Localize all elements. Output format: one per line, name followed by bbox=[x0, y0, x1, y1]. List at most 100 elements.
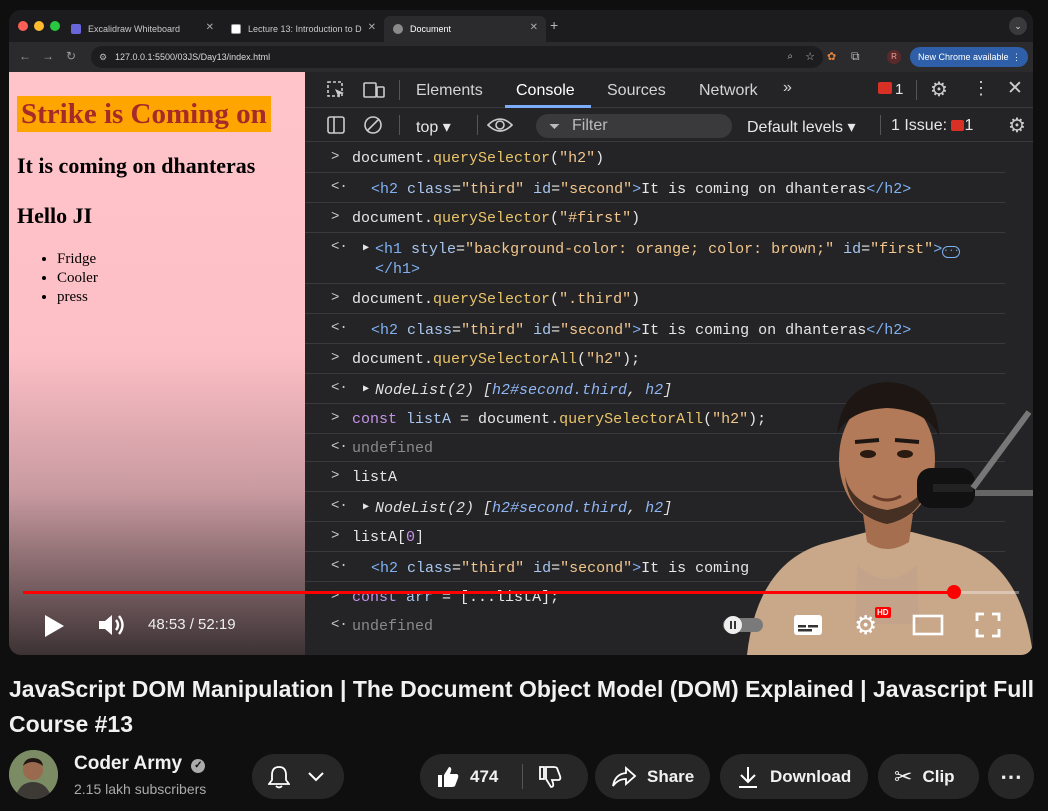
tab-title: Excalidraw Whiteboard bbox=[88, 24, 181, 34]
expand-triangle-icon[interactable]: ▶ bbox=[363, 501, 369, 513]
console-code[interactable]: <h2 class="third" id="second">It is comi… bbox=[371, 322, 911, 339]
close-tab-icon[interactable]: ✕ bbox=[368, 22, 376, 33]
reload-icon[interactable]: ↻ bbox=[66, 49, 76, 63]
console-result-row: <· ▶ <h1 style="background-color: orange… bbox=[305, 233, 1005, 284]
browser-tab-lecture[interactable]: Lecture 13: Introduction to D ✕ bbox=[222, 16, 384, 42]
close-devtools-icon[interactable]: ✕ bbox=[1007, 77, 1023, 100]
clip-label: Clip bbox=[922, 766, 955, 786]
ellipsis-icon[interactable]: ··· bbox=[942, 246, 961, 258]
default-levels-dropdown[interactable]: Default levels ▾ bbox=[747, 117, 856, 137]
clip-button[interactable]: ✂ Clip bbox=[878, 754, 979, 799]
profile-avatar[interactable]: R bbox=[887, 50, 901, 64]
context-selector[interactable]: top ▾ bbox=[416, 117, 451, 137]
input-chevron-icon: > bbox=[331, 290, 340, 306]
rendered-webpage: Strike is Coming on It is coming on dhan… bbox=[9, 72, 305, 655]
new-chrome-available-button[interactable]: New Chrome available ⋮ bbox=[910, 47, 1028, 67]
tab-sources[interactable]: Sources bbox=[607, 82, 666, 100]
maximize-window-icon[interactable] bbox=[50, 21, 60, 31]
more-actions-button[interactable]: ⋯ bbox=[988, 754, 1034, 799]
site-info-icon[interactable]: ⚙ bbox=[99, 46, 107, 68]
bookmark-star-icon[interactable]: ☆ bbox=[805, 46, 815, 68]
close-tab-icon[interactable]: ✕ bbox=[530, 22, 538, 33]
output-chevron-icon: <· bbox=[331, 617, 348, 633]
minimize-window-icon[interactable] bbox=[34, 21, 44, 31]
output-chevron-icon: <· bbox=[331, 439, 348, 455]
console-code[interactable]: NodeList(2) [h2#second.third, h2] bbox=[375, 382, 672, 399]
tab-title: Lecture 13: Introduction to D bbox=[248, 24, 362, 34]
browser-tab-excalidraw[interactable]: Excalidraw Whiteboard ✕ bbox=[62, 16, 222, 42]
like-dislike-group: 474 bbox=[420, 754, 588, 799]
share-button[interactable]: Share bbox=[595, 754, 710, 799]
volume-icon[interactable] bbox=[97, 613, 125, 637]
video-title: JavaScript DOM Manipulation | The Docume… bbox=[9, 676, 1035, 737]
kebab-menu-icon[interactable]: ⋮ bbox=[1012, 47, 1021, 67]
tab-console[interactable]: Console bbox=[516, 82, 575, 100]
theater-mode-icon[interactable] bbox=[912, 614, 944, 636]
channel-avatar[interactable] bbox=[9, 750, 58, 799]
sidebar-toggle-icon[interactable] bbox=[326, 115, 346, 135]
console-filter-input[interactable]: ⏷ Filter bbox=[536, 114, 732, 138]
settings-gear-icon[interactable]: ⚙ bbox=[854, 610, 877, 641]
share-label: Share bbox=[647, 766, 695, 786]
progress-scrubber-handle[interactable] bbox=[946, 585, 961, 599]
inspect-element-icon[interactable] bbox=[326, 80, 346, 100]
input-chevron-icon: > bbox=[331, 149, 340, 165]
forward-arrow-icon[interactable]: → bbox=[42, 49, 54, 63]
url-text: 127.0.0.1:5500/03JS/Day13/index.html bbox=[115, 52, 271, 62]
tab-search-chevron-icon[interactable]: ⌄ bbox=[1009, 17, 1027, 35]
console-settings-gear-icon[interactable]: ⚙ bbox=[1008, 113, 1026, 138]
settings-gear-icon[interactable]: ⚙ bbox=[930, 77, 948, 102]
zoom-icon[interactable]: ⌕ bbox=[787, 46, 793, 68]
console-code: document.querySelectorAll("h2"); bbox=[352, 351, 641, 368]
issues-button[interactable]: 1 Issue: 1 bbox=[891, 117, 973, 135]
issue-badge-icon bbox=[951, 120, 965, 131]
autoplay-toggle[interactable] bbox=[722, 615, 764, 635]
download-label: Download bbox=[770, 766, 852, 786]
close-window-icon[interactable] bbox=[18, 21, 28, 31]
expand-triangle-icon[interactable]: ▶ bbox=[363, 242, 369, 254]
levels-label: Default levels bbox=[747, 119, 844, 136]
list-item: Fridge bbox=[57, 250, 98, 269]
dislike-button[interactable] bbox=[523, 754, 588, 799]
console-code: document.querySelector(".third") bbox=[352, 291, 641, 308]
subscription-bell-button[interactable] bbox=[252, 754, 344, 799]
output-chevron-icon: <· bbox=[331, 558, 348, 574]
list-item: press bbox=[57, 288, 98, 307]
console-code: const listA = document.querySelectorAll(… bbox=[352, 411, 767, 428]
console-code[interactable]: NodeList(2) [h2#second.third, h2] bbox=[375, 500, 672, 517]
appliance-list: Fridge Cooler press bbox=[45, 250, 98, 307]
progress-bar[interactable] bbox=[23, 585, 1019, 599]
extensions-puzzle-icon[interactable]: ⧉ bbox=[851, 49, 860, 64]
subtitles-icon[interactable] bbox=[793, 613, 823, 637]
error-badge-icon[interactable] bbox=[878, 82, 892, 94]
divider bbox=[477, 115, 478, 135]
play-icon[interactable] bbox=[42, 613, 66, 639]
bell-icon bbox=[268, 765, 290, 788]
console-code[interactable]: <h2 class="third" id="second">It is comi… bbox=[371, 181, 911, 198]
extension-icon[interactable]: ✿ bbox=[827, 50, 836, 63]
address-bar[interactable]: ⚙ 127.0.0.1:5500/03JS/Day13/index.html ⌕… bbox=[91, 46, 823, 68]
console-code: undefined bbox=[352, 440, 434, 457]
back-arrow-icon[interactable]: ← bbox=[19, 49, 31, 63]
close-tab-icon[interactable]: ✕ bbox=[206, 22, 214, 33]
expand-triangle-icon[interactable]: ▶ bbox=[363, 383, 369, 395]
console-input-row: > document.querySelector("h2") bbox=[305, 143, 1005, 173]
filter-funnel-icon: ⏷ bbox=[549, 118, 561, 134]
browser-tab-document[interactable]: Document ✕ bbox=[384, 16, 546, 42]
channel-name[interactable]: Coder Army ✓ bbox=[74, 753, 206, 775]
download-button[interactable]: Download bbox=[720, 754, 868, 799]
divider bbox=[399, 80, 400, 100]
device-toolbar-icon[interactable] bbox=[363, 80, 385, 100]
live-expression-eye-icon[interactable] bbox=[487, 116, 513, 134]
tab-network[interactable]: Network bbox=[699, 82, 758, 100]
video-player[interactable]: Excalidraw Whiteboard ✕ Lecture 13: Intr… bbox=[9, 10, 1033, 655]
console-code[interactable]: <h1 style="background-color: orange; col… bbox=[375, 241, 961, 258]
more-tabs-chevron-icon[interactable]: » bbox=[783, 79, 792, 97]
tab-elements[interactable]: Elements bbox=[416, 82, 483, 100]
fullscreen-icon[interactable] bbox=[975, 612, 1001, 638]
console-code[interactable]: <h2 class="third" id="second">It is comi… bbox=[371, 560, 749, 577]
clear-console-icon[interactable] bbox=[363, 115, 383, 135]
devtools-menu-icon[interactable]: ⋮ bbox=[972, 78, 990, 99]
new-tab-plus-icon[interactable]: + bbox=[550, 17, 558, 33]
like-button[interactable]: 474 bbox=[420, 754, 522, 799]
